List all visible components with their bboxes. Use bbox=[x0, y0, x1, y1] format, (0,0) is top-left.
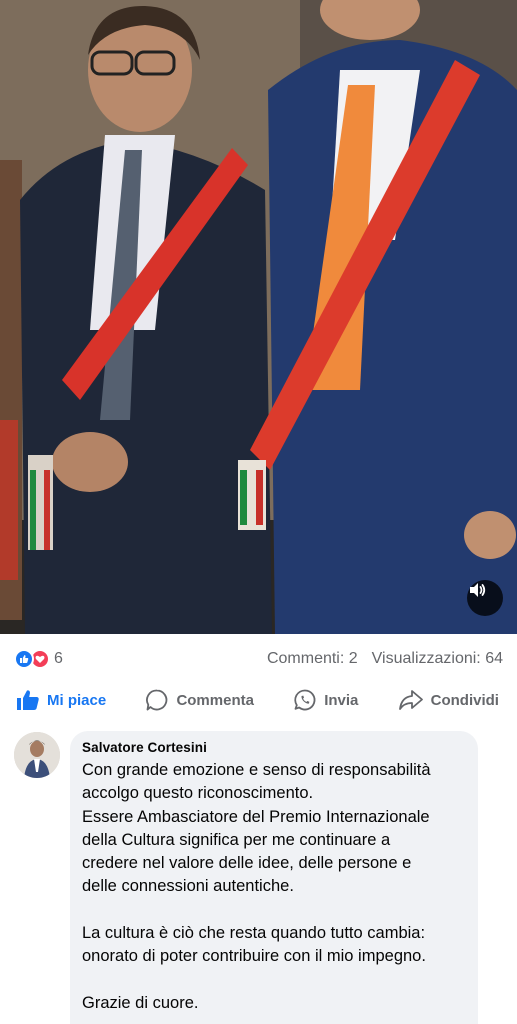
reaction-count: 6 bbox=[54, 650, 63, 667]
share-arrow-icon bbox=[398, 690, 423, 710]
video-frame-illustration bbox=[0, 0, 517, 634]
views-count: Visualizzazioni: 64 bbox=[371, 650, 503, 667]
send-label: Invia bbox=[324, 691, 359, 709]
reactions-summary[interactable]: 6 bbox=[14, 649, 63, 669]
like-button[interactable]: Mi piace bbox=[16, 689, 106, 711]
comment-author[interactable]: Salvatore Cortesini bbox=[82, 740, 466, 755]
comment-button[interactable]: Commenta bbox=[145, 688, 254, 712]
mute-button[interactable] bbox=[467, 580, 503, 616]
comment-text: Con grande emozione e senso di responsab… bbox=[82, 759, 466, 1015]
post-stats-row: 6 Commenti: 2 Visualizzazioni: 64 bbox=[0, 646, 517, 672]
comment-line: onorato di poter contribuire con il mio … bbox=[82, 947, 426, 966]
like-icon bbox=[14, 649, 34, 669]
comment-line: delle connessioni autentiche. bbox=[82, 877, 294, 896]
like-label: Mi piace bbox=[47, 691, 107, 709]
post-actions-bar: Mi piace Commenta Invia Condividi bbox=[0, 684, 517, 716]
thumbs-up-icon bbox=[17, 690, 39, 710]
profile-photo bbox=[14, 732, 60, 778]
comment-bubble-icon bbox=[146, 689, 168, 711]
comment-label: Commenta bbox=[176, 691, 254, 709]
comment-line: Essere Ambasciatore del Premio Internazi… bbox=[82, 807, 430, 826]
comment-line: La cultura è ciò che resta quando tutto … bbox=[82, 924, 426, 943]
comment-line: credere nel valore delle idee, delle per… bbox=[82, 854, 412, 873]
comment-line: Grazie di cuore. bbox=[82, 993, 199, 1012]
avatar[interactable] bbox=[14, 732, 60, 778]
comment-line: accolgo questo riconoscimento. bbox=[82, 784, 314, 803]
comment-bubble: Salvatore Cortesini Con grande emozione … bbox=[70, 731, 478, 1024]
whatsapp-icon bbox=[294, 689, 316, 711]
post-video[interactable] bbox=[0, 0, 517, 634]
comment-line: della Cultura significa per me continuar… bbox=[82, 830, 391, 849]
share-button[interactable]: Condividi bbox=[398, 688, 499, 712]
comments-count[interactable]: Commenti: 2 bbox=[267, 650, 358, 668]
speaker-icon bbox=[470, 583, 486, 597]
share-label: Condividi bbox=[430, 691, 499, 709]
comment-line: Con grande emozione e senso di responsab… bbox=[82, 761, 431, 779]
send-button[interactable]: Invia bbox=[293, 688, 358, 712]
